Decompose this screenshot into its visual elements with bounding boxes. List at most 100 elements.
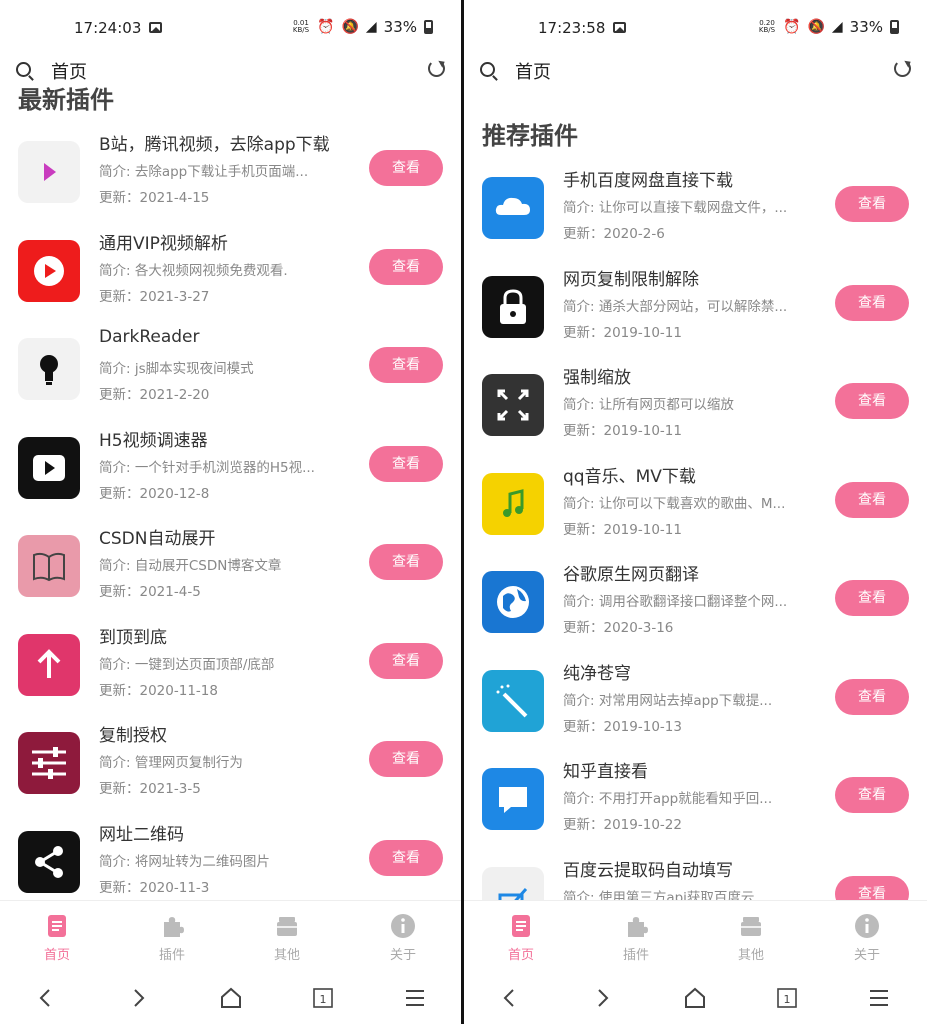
view-button[interactable]: 查看 (835, 284, 909, 321)
status-bar: 17:24:03 0.01 KB/S ⏰ 🔕 ◢ 33% (0, 0, 461, 54)
forward-icon[interactable] (126, 986, 150, 1010)
home-icon[interactable] (683, 986, 707, 1010)
plugin-list-item[interactable]: 百度云提取码自动填写 简介: 使用第三方api获取百度云... 查看 (464, 856, 927, 901)
alarm-icon: ⏰ (783, 19, 801, 35)
plugin-description: 简介: 各大视频网视频免费观看. (99, 262, 288, 279)
plugin-name: qq音乐、MV下载 (563, 466, 696, 487)
plugin-name: 强制缩放 (563, 368, 631, 388)
tab-home[interactable]: 首页 (27, 913, 87, 963)
browser-nav-bar: 1 (464, 972, 927, 1024)
plugin-description: 简介: 让你可以下载喜欢的歌曲、M... (563, 495, 786, 512)
tabs-count: 1 (784, 993, 791, 1006)
plugin-name: B站，腾讯视频，去除app下载 (99, 135, 330, 155)
view-button[interactable]: 查看 (835, 580, 909, 616)
plugin-list-item[interactable]: 通用VIP视频解析 简介: 各大视频网视频免费观看. 更新：2021-3-27 查看 (0, 229, 461, 327)
status-time: 17:24:03 (74, 19, 142, 37)
unlock-icon (482, 275, 544, 338)
plugin-name: 通用VIP视频解析 (99, 233, 228, 254)
view-button[interactable]: 查看 (835, 678, 909, 715)
plugin-list-item[interactable]: 复制授权 简介: 管理网页复制行为 更新：2021-3-5 查看 (0, 721, 461, 819)
tabs-count: 1 (320, 993, 327, 1006)
tab-other[interactable]: 其他 (721, 913, 781, 963)
search-icon[interactable] (480, 62, 495, 77)
plugin-list-item[interactable]: H5视频调速器 简介: 一个针对手机浏览器的H5视... 更新：2020-12-8 查… (0, 426, 461, 524)
back-icon[interactable] (34, 986, 58, 1010)
box-icon (738, 913, 764, 939)
info-icon (854, 913, 880, 939)
view-button[interactable]: 查看 (369, 642, 443, 679)
screenshot-stage: 17:24:03 0.01 KB/S ⏰ 🔕 ◢ 33% 首页 最新插件 B站，腾… (0, 0, 927, 1024)
plugin-list-item[interactable]: 强制缩放 简介: 让所有网页都可以缩放 更新：2019-10-11 查看 (464, 363, 927, 461)
plugin-description: 简介: 使用第三方api获取百度云... (563, 889, 768, 901)
music-note-icon (482, 472, 544, 535)
view-button[interactable]: 查看 (835, 875, 909, 900)
alarm-icon: ⏰ (317, 19, 335, 35)
plugin-list-item[interactable]: 知乎直接看 简介: 不用打开app就能看知乎回... 更新：2019-10-22 查看 (464, 757, 927, 855)
tabs-icon[interactable]: 1 (775, 986, 799, 1010)
view-button[interactable]: 查看 (369, 445, 443, 482)
plugin-list-item[interactable]: CSDN自动展开 简介: 自动展开CSDN博客文章 更新：2021-4-5 查看 (0, 524, 461, 622)
tab-plugins[interactable]: 插件 (606, 913, 666, 963)
plugin-update-date: 更新：2019-10-13 (563, 718, 682, 735)
plugin-update-date: 更新：2021-2-20 (99, 387, 210, 403)
view-button[interactable]: 查看 (369, 150, 443, 186)
tab-about[interactable]: 关于 (373, 913, 433, 963)
plugin-name: 复制授权 (99, 726, 167, 746)
battery-icon (890, 20, 899, 34)
edit-icon (482, 866, 544, 900)
plugin-list-item[interactable]: 手机百度网盘直接下载 简介: 让你可以直接下载网盘文件，... 更新：2020-2-… (464, 166, 927, 264)
home-icon[interactable] (219, 986, 243, 1010)
document-icon (508, 913, 534, 939)
arrow-up-icon (18, 633, 80, 696)
tab-other[interactable]: 其他 (257, 913, 317, 963)
refresh-icon[interactable] (894, 60, 911, 77)
plugin-list-scroll[interactable]: 推荐插件 手机百度网盘直接下载 简介: 让你可以直接下载网盘文件，... 更新：20… (464, 86, 927, 900)
view-button[interactable]: 查看 (835, 186, 909, 222)
plugin-update-date: 更新：2019-10-11 (563, 423, 682, 439)
search-icon[interactable] (16, 62, 31, 77)
section-title: 最新插件 (18, 86, 114, 114)
tab-about[interactable]: 关于 (837, 913, 897, 963)
plugin-list-item[interactable]: DarkReader 简介: js脚本实现夜间模式 更新：2021-2-20 查看 (0, 327, 461, 425)
plugin-description: 简介: 让你可以直接下载网盘文件，... (563, 200, 788, 216)
plugin-list-item[interactable]: 纯净苍穹 简介: 对常用网站去掉app下载提... 更新：2019-10-13 查看 (464, 659, 927, 757)
plugin-name: 谷歌原生网页翻译 (563, 565, 699, 585)
globe-icon (482, 571, 544, 633)
bottom-tab-bar: 首页 插件 其他 关于 (464, 900, 927, 972)
view-button[interactable]: 查看 (369, 741, 443, 777)
menu-icon[interactable] (403, 986, 427, 1010)
view-button[interactable]: 查看 (835, 777, 909, 813)
plugin-list-item[interactable]: B站，腾讯视频，去除app下载 简介: 去除app下载让手机页面端... 更新：20… (0, 130, 461, 228)
back-icon[interactable] (498, 986, 522, 1010)
view-button[interactable]: 查看 (835, 481, 909, 518)
plugin-list-item[interactable]: 网址二维码 简介: 将网址转为二维码图片 更新：2020-11-3 查看 (0, 820, 461, 901)
top-search-bar: 首页 (464, 54, 927, 86)
plugin-list-scroll[interactable]: 最新插件 B站，腾讯视频，去除app下载 简介: 去除app下载让手机页面端...… (0, 86, 461, 900)
plugin-name: 到顶到底 (99, 627, 167, 648)
view-button[interactable]: 查看 (369, 839, 443, 876)
plugin-list-item[interactable]: 网页复制限制解除 简介: 通杀大部分网站，可以解除禁... 更新：2019-10-1… (464, 265, 927, 363)
info-icon (390, 913, 416, 939)
battery-percent: 33% (383, 18, 417, 36)
plugin-update-date: 更新：2020-2-6 (563, 226, 665, 242)
view-button[interactable]: 查看 (369, 347, 443, 383)
mute-icon: 🔕 (341, 19, 359, 35)
tabs-icon[interactable]: 1 (311, 986, 335, 1010)
tab-plugins[interactable]: 插件 (142, 913, 202, 963)
sliders-icon (18, 732, 80, 794)
plugin-list-item[interactable]: qq音乐、MV下载 简介: 让你可以下载喜欢的歌曲、M... 更新：2019-10-… (464, 462, 927, 560)
tab-home[interactable]: 首页 (491, 913, 551, 963)
view-button[interactable]: 查看 (835, 383, 909, 419)
menu-icon[interactable] (867, 986, 891, 1010)
play-triangle-icon (18, 141, 80, 203)
bottom-tab-bar: 首页 插件 其他 关于 (0, 900, 461, 972)
forward-icon[interactable] (590, 986, 614, 1010)
plugin-update-date: 更新：2020-3-16 (563, 620, 674, 636)
view-button[interactable]: 查看 (369, 248, 443, 285)
plugin-list-item[interactable]: 谷歌原生网页翻译 简介: 调用谷歌翻译接口翻译整个网... 更新：2020-3-16… (464, 560, 927, 658)
refresh-icon[interactable] (428, 60, 445, 77)
mute-icon: 🔕 (807, 19, 825, 35)
view-button[interactable]: 查看 (369, 544, 443, 580)
network-speed: 0.20 KB/S (758, 19, 776, 34)
plugin-list-item[interactable]: 到顶到底 简介: 一键到达页面顶部/底部 更新：2020-11-18 查看 (0, 623, 461, 721)
